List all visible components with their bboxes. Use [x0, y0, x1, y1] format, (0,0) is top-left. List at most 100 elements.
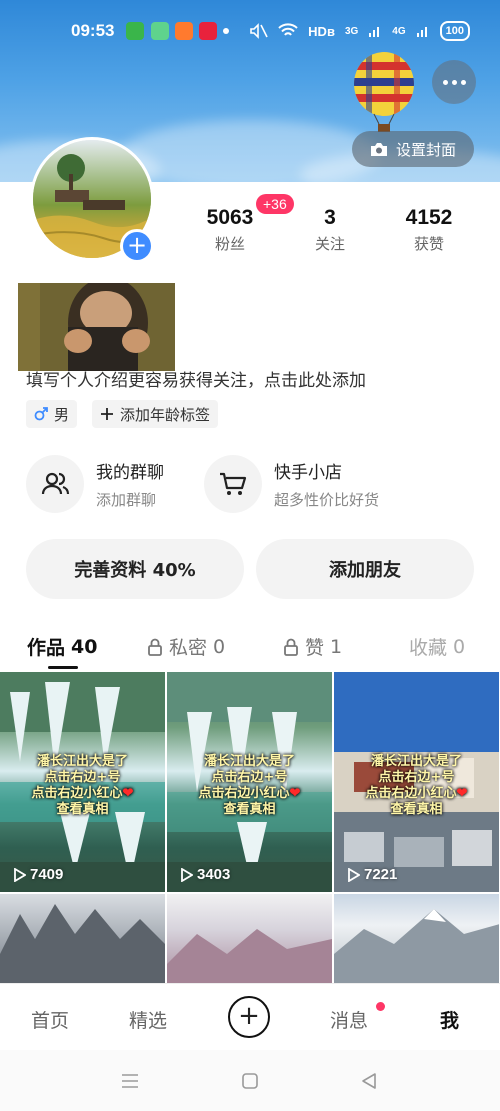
nav-messages[interactable]: 消息: [330, 1006, 368, 1033]
tab-works[interactable]: 作品 40: [27, 633, 97, 660]
complete-profile-button[interactable]: 完善资料 40%: [26, 539, 244, 599]
plus-icon: +: [238, 1001, 260, 1031]
add-avatar-button[interactable]: +: [120, 229, 154, 263]
heart-icon: ❤: [456, 786, 468, 801]
floating-video-thumbnail[interactable]: [18, 277, 175, 371]
menu-icon[interactable]: [120, 1073, 140, 1089]
fans-stat[interactable]: 5063 粉丝: [200, 206, 260, 254]
heart-icon: ❤: [122, 786, 134, 801]
tab-count: 0: [453, 635, 466, 658]
battery-indicator: 100: [439, 21, 470, 41]
lock-icon: [148, 638, 162, 656]
following-stat[interactable]: 3 关注: [305, 206, 355, 254]
status-indicators: HDв 3G 4G 100: [248, 21, 470, 41]
new-fans-badge: +36: [256, 194, 294, 214]
add-age-tag-label: 添加年龄标签: [120, 405, 211, 424]
shortcut-title: 我的群聊: [96, 463, 164, 483]
shortcut-subtitle: 超多性价比好货: [274, 491, 380, 509]
play-icon: [181, 867, 193, 882]
tab-count: 1: [330, 635, 343, 658]
bottom-navigation: 首页 精选 + 消息 我: [0, 983, 500, 1049]
network-label: HDв: [308, 23, 335, 39]
add-age-tag-button[interactable]: 添加年龄标签: [92, 400, 219, 428]
likes-count: 4152: [405, 206, 453, 229]
status-bar: 09:53 HDв 3G 4G 100: [0, 0, 500, 62]
fans-count: 5063: [206, 206, 254, 229]
male-icon: [34, 407, 48, 421]
gender-tag[interactable]: 男: [26, 400, 78, 428]
group-chat-shortcut[interactable]: 我的群聊 添加群聊: [26, 455, 164, 513]
add-friend-button[interactable]: 添加朋友: [256, 539, 474, 599]
kuaishou-shop-shortcut[interactable]: 快手小店 超多性价比好货: [204, 455, 379, 513]
video-card[interactable]: [167, 894, 332, 983]
plus-icon: +: [126, 231, 148, 259]
nav-home[interactable]: 首页: [31, 1006, 69, 1033]
video-card[interactable]: [334, 894, 499, 983]
mountain-image: [334, 909, 499, 983]
video-card[interactable]: 潘长江出大是了 点击右边+号 点击右边小红心❤ 查看真相 7221: [334, 672, 499, 892]
unread-dot: [376, 1002, 385, 1011]
status-time: 09:53: [71, 21, 115, 40]
video-card[interactable]: 潘长江出大是了 点击右边+号 点击右边小红心❤ 查看真相 7409: [0, 672, 165, 892]
gender-label: 男: [54, 405, 70, 424]
more-options-button[interactable]: [432, 60, 476, 104]
tab-label: 赞: [305, 637, 325, 659]
video-caption: 潘长江出大是了 点击右边+号 点击右边小红心❤ 查看真相: [31, 754, 134, 817]
app-notification-icon: [199, 22, 217, 40]
video-caption: 潘长江出大是了 点击右边+号 点击右边小红心❤ 查看真相: [198, 754, 301, 817]
wifi-icon: [278, 23, 298, 36]
signal-bars-icon: [416, 27, 427, 37]
tab-count: 0: [213, 635, 226, 658]
tab-favorites[interactable]: 收藏 0: [409, 633, 465, 660]
signal-bars-icon: [369, 27, 380, 37]
video-card[interactable]: 潘长江出大是了 点击右边+号 点击右边小红心❤ 查看真相 3403: [167, 672, 332, 892]
shortcut-title: 快手小店: [274, 463, 342, 483]
shortcut-subtitle: 添加群聊: [96, 491, 157, 509]
create-post-button[interactable]: +: [228, 996, 270, 1038]
plus-icon: [101, 408, 113, 420]
notification-dot-icon: [223, 28, 229, 34]
likes-stat[interactable]: 4152 获赞: [399, 206, 459, 254]
camera-icon: [370, 142, 387, 156]
tab-label: 收藏: [409, 637, 448, 659]
set-cover-label: 设置封面: [395, 140, 456, 159]
app-notification-icon: [151, 22, 169, 40]
app-notification-icon: [175, 22, 193, 40]
signal-label: 3G: [344, 25, 359, 37]
tab-count: 40: [71, 635, 98, 658]
home-square-icon[interactable]: [241, 1072, 259, 1090]
following-count: 3: [324, 206, 336, 229]
active-tab-indicator: [48, 666, 78, 669]
tab-private[interactable]: 私密 0: [147, 633, 225, 660]
play-count: 3403: [181, 866, 230, 883]
shopping-cart-icon: [220, 472, 247, 495]
more-horizontal-icon: [442, 79, 448, 85]
system-navigation-bar: [0, 1050, 500, 1111]
group-chat-icon: [41, 472, 70, 495]
video-caption: 潘长江出大是了 点击右边+号 点击右边小红心❤ 查看真相: [365, 754, 468, 817]
tab-likes[interactable]: 赞 1: [283, 633, 342, 660]
tab-label: 作品: [27, 637, 66, 659]
heart-icon: ❤: [289, 786, 301, 801]
app-notification-icon: [126, 22, 144, 40]
following-label: 关注: [314, 235, 345, 253]
hot-air-balloon-image: [354, 52, 414, 132]
likes-label: 获赞: [413, 235, 444, 253]
tab-label: 私密: [169, 637, 208, 659]
back-triangle-icon[interactable]: [360, 1072, 378, 1090]
play-count: 7409: [14, 866, 63, 883]
video-card[interactable]: [0, 894, 165, 983]
mountain-image: [0, 904, 165, 983]
mountain-image: [167, 929, 332, 983]
mute-icon: [250, 23, 268, 39]
signal-label: 4G: [392, 25, 406, 37]
profile-intro-prompt[interactable]: 填写个人介绍更容易获得关注，点击此处添加: [26, 366, 366, 391]
play-count: 7221: [348, 866, 397, 883]
set-cover-button[interactable]: 设置封面: [352, 131, 474, 167]
video-frame-image: [18, 277, 175, 371]
nav-me[interactable]: 我: [440, 1006, 459, 1033]
lock-icon: [284, 638, 298, 656]
play-icon: [348, 867, 360, 882]
nav-featured[interactable]: 精选: [129, 1006, 167, 1033]
play-icon: [14, 867, 26, 882]
